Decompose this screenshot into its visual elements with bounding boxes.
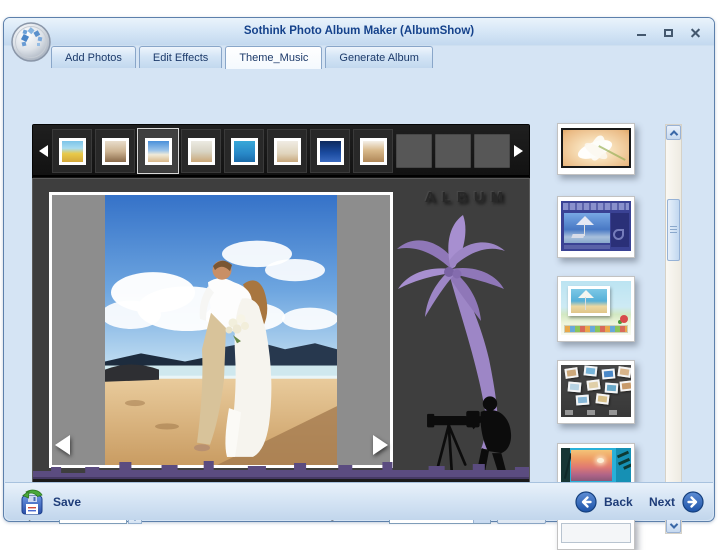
next-button-label: Next: [649, 495, 675, 509]
preview-prev-arrow[interactable]: [55, 435, 70, 455]
content-area: ALBUM: [5, 68, 713, 520]
maximize-button[interactable]: [659, 25, 677, 38]
filmstrip-next-arrow[interactable]: [514, 145, 523, 157]
theme-preview-image: [561, 201, 631, 251]
filmstrip-photo-slot[interactable]: [52, 129, 92, 173]
preview-next-arrow[interactable]: [373, 435, 388, 455]
app-logo-icon: [11, 22, 51, 62]
filmstrip-empty-slot: [474, 134, 510, 168]
close-icon: [690, 27, 701, 38]
theme-thumbnail-beach-umbrella[interactable]: [557, 276, 635, 342]
chevron-up-icon: [669, 130, 677, 138]
theme-preview-image: [561, 365, 631, 417]
next-button[interactable]: Next: [649, 491, 704, 513]
tab-edit-effects[interactable]: Edit Effects: [139, 46, 222, 68]
wedding-couple-photo: [105, 195, 337, 465]
photo-thumbnail-image: [360, 138, 387, 165]
title-bar: Sothink Photo Album Maker (AlbumShow): [4, 18, 714, 46]
filmstrip-photo-slot[interactable]: [181, 129, 221, 173]
filmstrip-photo-slot[interactable]: [310, 129, 350, 173]
filmstrip-empty-slot: [396, 134, 432, 168]
theme-preview-image: [561, 128, 631, 168]
close-button[interactable]: [686, 25, 704, 38]
filmstrip-photo-slot[interactable]: [95, 129, 135, 173]
photo-thumbnail-image: [317, 138, 344, 165]
tab-bar: Add Photos Edit Effects Theme_Music Gene…: [51, 46, 436, 69]
filmstrip-photo-slot[interactable]: [267, 129, 307, 173]
preview-panel: ALBUM: [32, 124, 530, 496]
filmstrip-thumbs: [52, 129, 510, 173]
scroll-down-button[interactable]: [666, 518, 681, 533]
filmstrip-photo-slot[interactable]: [138, 129, 178, 173]
chevron-down-icon: [669, 520, 677, 528]
filmstrip-photo-slot[interactable]: [353, 129, 393, 173]
filmstrip-photo-slot[interactable]: [224, 129, 264, 173]
scrollbar-grip-icon: [670, 229, 677, 230]
filmstrip: [33, 125, 529, 177]
window-controls: [632, 25, 704, 38]
photo-thumbnail-image: [231, 138, 258, 165]
theme-preview-image: [561, 281, 631, 335]
scrollbar-thumb[interactable]: [667, 199, 680, 261]
back-button-label: Back: [604, 495, 633, 509]
save-disk-icon: [19, 489, 45, 515]
app-window: Sothink Photo Album Maker (AlbumShow): [3, 17, 715, 522]
save-button[interactable]: Save: [19, 489, 81, 515]
theme-thumbnail-lily[interactable]: [557, 123, 635, 175]
tab-generate-album[interactable]: Generate Album: [325, 46, 433, 68]
back-button[interactable]: Back: [575, 491, 633, 513]
app-logo-button[interactable]: [11, 22, 51, 62]
minimize-icon: [637, 34, 646, 36]
next-arrow-icon: [682, 491, 704, 513]
photo-thumbnail-image: [102, 138, 129, 165]
photo-thumbnail-image: [188, 138, 215, 165]
city-skyline-graphic: [33, 459, 529, 481]
theme-thumbnail-photo-wall[interactable]: [557, 360, 635, 424]
album-preview-stage: ALBUM: [33, 179, 529, 481]
tab-theme-music[interactable]: Theme_Music: [225, 46, 322, 69]
filmstrip-prev-arrow[interactable]: [39, 145, 48, 157]
window-title: Sothink Photo Album Maker (AlbumShow): [4, 25, 714, 37]
tab-add-photos[interactable]: Add Photos: [51, 46, 136, 68]
minimize-button[interactable]: [632, 25, 650, 38]
filmstrip-empty-slot: [435, 134, 471, 168]
maximize-icon: [664, 29, 673, 37]
photo-thumbnail-image: [145, 138, 172, 165]
scroll-up-button[interactable]: [666, 125, 681, 140]
photo-thumbnail-image: [59, 138, 86, 165]
save-button-label: Save: [53, 495, 81, 509]
footer-bar: Save Back Next: [5, 482, 713, 520]
theme-thumbnail-dark-blue-beach[interactable]: [557, 196, 635, 258]
photo-frame: [49, 192, 393, 468]
album-theme-title: ALBUM: [407, 189, 527, 206]
photo-thumbnail-image: [274, 138, 301, 165]
back-arrow-icon: [575, 491, 597, 513]
themes-scrollbar[interactable]: [665, 124, 682, 534]
